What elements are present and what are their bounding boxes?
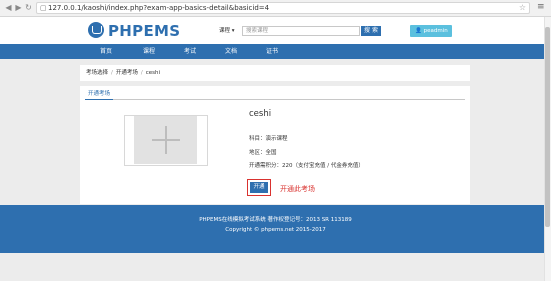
address-bar[interactable]: ▢ 127.0.0.1/kaoshi/index.php?exam-app-ba… bbox=[36, 2, 530, 14]
footer-copyright-registration: PHPEMS在线模拟考试系统 著作权登记号：2013 SR 113189 bbox=[199, 217, 352, 223]
scrollbar-thumb[interactable] bbox=[545, 27, 550, 227]
breadcrumb-item[interactable]: 考场选择 bbox=[86, 70, 108, 76]
breadcrumb-item[interactable]: 开通考场 bbox=[116, 70, 138, 76]
footer-copyright: Copyright © phpems.net 2015-2017 bbox=[225, 227, 326, 233]
user-menu-button[interactable]: 👤 peadmin ▾ bbox=[410, 25, 452, 46]
breadcrumb: 考场选择 / 开通考场 / ceshi bbox=[80, 65, 470, 81]
search-type-select[interactable]: 课程 ▾ bbox=[219, 27, 241, 36]
page-bottom-area bbox=[0, 253, 551, 281]
page-icon: ▢ bbox=[40, 4, 47, 12]
url-text[interactable]: 127.0.0.1/kaoshi/index.php?exam-app-basi… bbox=[48, 4, 269, 12]
tab-bar: 开通考场 bbox=[85, 90, 465, 100]
breadcrumb-current: ceshi bbox=[145, 70, 161, 76]
nav-item-exam[interactable]: 考试 bbox=[184, 44, 196, 59]
search-input[interactable]: 搜索课程 bbox=[242, 26, 360, 36]
logo-icon bbox=[88, 22, 104, 38]
bookmark-star-icon[interactable]: ☆ bbox=[519, 3, 526, 12]
exam-course: 科目：演示课程 bbox=[249, 136, 288, 142]
browser-menu-icon[interactable]: ≡ bbox=[537, 2, 545, 12]
nav-item-certificate[interactable]: 证书 bbox=[266, 44, 278, 59]
open-exam-button[interactable]: 开通 bbox=[250, 182, 268, 193]
main-nav: 首页 课程 考试 文档 证书 bbox=[0, 44, 551, 59]
exam-region: 地区：全国 bbox=[249, 150, 277, 156]
placeholder-plus-icon bbox=[165, 126, 167, 154]
breadcrumb-separator: / bbox=[111, 70, 113, 76]
exam-title: ceshi bbox=[249, 109, 272, 119]
exam-points: 开通需积分：220（支付宝充值 / 代金券充值） bbox=[249, 163, 364, 169]
nav-item-home[interactable]: 首页 bbox=[100, 44, 112, 59]
tab-open-exam-room[interactable]: 开通考场 bbox=[85, 90, 114, 100]
search-button[interactable]: 搜 索 bbox=[361, 26, 381, 36]
nav-item-docs[interactable]: 文档 bbox=[225, 44, 237, 59]
reload-icon[interactable]: ↻ bbox=[23, 2, 34, 13]
breadcrumb-separator: / bbox=[140, 70, 143, 76]
site-logo[interactable]: PHPEMS bbox=[108, 22, 180, 40]
annotation-text: 开通此考场 bbox=[280, 185, 315, 193]
nav-item-course[interactable]: 课程 bbox=[143, 44, 155, 59]
